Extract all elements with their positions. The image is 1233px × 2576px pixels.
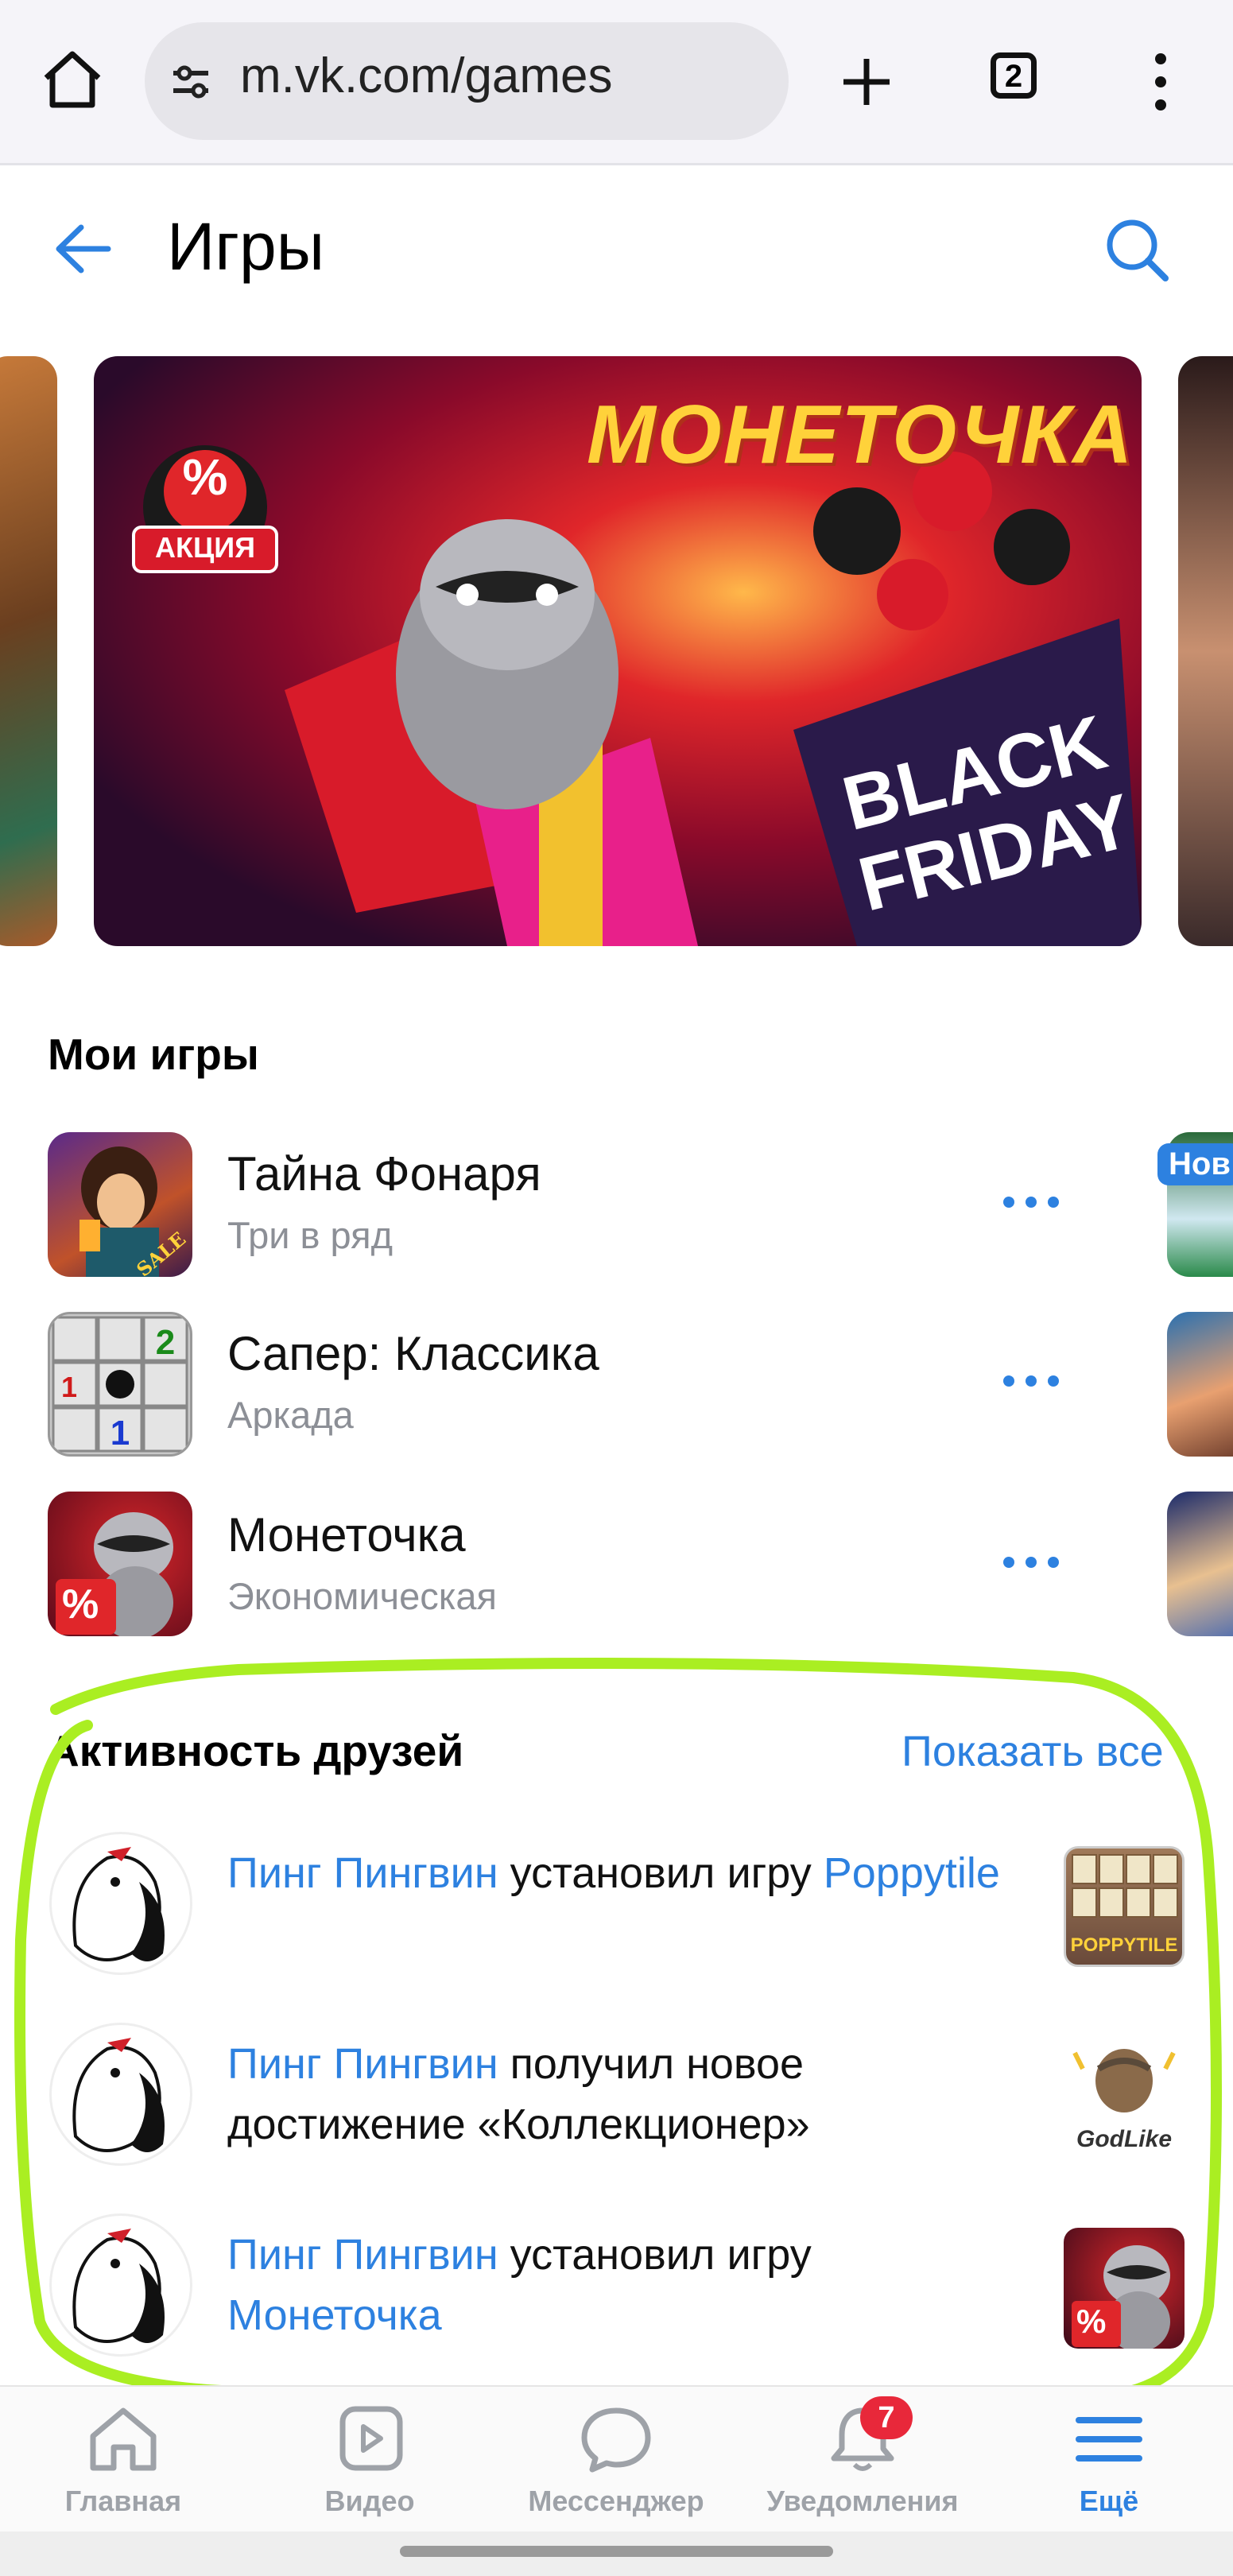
- back-button[interactable]: [52, 221, 116, 277]
- notification-badge: 7: [860, 2396, 913, 2439]
- more-vertical-icon: [1155, 53, 1166, 111]
- tab-switcher-button[interactable]: 2: [991, 52, 1037, 99]
- home-button[interactable]: [40, 46, 105, 111]
- search-icon: [1107, 219, 1169, 281]
- next-game-icon-3[interactable]: [1167, 1492, 1233, 1636]
- home-icon: [90, 2407, 157, 2471]
- banner-previous[interactable]: [0, 356, 57, 946]
- new-tab-button[interactable]: [839, 54, 894, 110]
- nav-more[interactable]: Ещё: [990, 2403, 1228, 2518]
- nav-label: Видео: [324, 2485, 415, 2517]
- search-button[interactable]: [1103, 216, 1170, 283]
- site-settings-icon[interactable]: [167, 57, 215, 105]
- nav-video[interactable]: Видео: [250, 2403, 489, 2518]
- game-icon-tayna-fonarya[interactable]: SALE: [48, 1132, 192, 1277]
- percent-symbol: %: [62, 1581, 99, 1627]
- menu-icon: [1076, 2417, 1142, 2462]
- nav-label: Уведомления: [766, 2485, 959, 2517]
- game-options-button[interactable]: [1003, 1197, 1059, 1212]
- browser-menu-button[interactable]: [1145, 49, 1177, 114]
- game-icon-saper[interactable]: 2 1 1: [48, 1312, 192, 1457]
- messenger-icon: [581, 2407, 651, 2473]
- page-title: Игры: [167, 209, 325, 284]
- plus-icon: [843, 59, 890, 105]
- game-options-button[interactable]: [1003, 1557, 1059, 1573]
- game-name[interactable]: Сапер: Классика: [227, 1326, 599, 1381]
- url-text: m.vk.com/games: [240, 48, 613, 103]
- banner-logo: МОНЕТОЧКА: [587, 389, 1134, 481]
- highlight-annotation: [14, 1658, 1222, 2431]
- nav-home[interactable]: Главная: [4, 2403, 242, 2518]
- banner-monetochka[interactable]: МОНЕТОЧКА % АКЦИЯ BLACK FRIDAY: [94, 356, 1142, 946]
- home-indicator[interactable]: [400, 2546, 833, 2557]
- svg-text:1: 1: [61, 1371, 77, 1403]
- my-games-title: Мои игры: [48, 1030, 259, 1079]
- game-options-button[interactable]: [1003, 1375, 1059, 1391]
- svg-text:2: 2: [156, 1323, 175, 1362]
- next-game-icon-2[interactable]: [1167, 1312, 1233, 1457]
- promo-badge: АКЦИЯ: [154, 531, 256, 564]
- nav-label: Главная: [64, 2485, 182, 2517]
- game-genre: Аркада: [227, 1394, 354, 1436]
- nav-label: Ещё: [1079, 2485, 1139, 2517]
- video-icon: [339, 2406, 403, 2471]
- nav-label: Мессенджер: [528, 2485, 704, 2517]
- game-name[interactable]: Монеточка: [227, 1507, 466, 1562]
- game-genre: Экономическая: [227, 1575, 497, 1617]
- game-genre: Три в ряд: [227, 1214, 394, 1256]
- game-name[interactable]: Тайна Фонаря: [227, 1146, 541, 1201]
- svg-text:1: 1: [111, 1414, 130, 1453]
- home-icon: [44, 51, 101, 108]
- banner-next[interactable]: [1178, 356, 1233, 946]
- new-badge: Нов: [1157, 1143, 1233, 1185]
- minesweeper-icon: 2 1 1: [52, 1316, 188, 1453]
- arrow-left-icon: [56, 224, 111, 274]
- game-icon-monetochka[interactable]: %: [48, 1492, 192, 1636]
- promo-percent: %: [182, 448, 228, 506]
- nav-messenger[interactable]: Мессенджер: [497, 2403, 735, 2518]
